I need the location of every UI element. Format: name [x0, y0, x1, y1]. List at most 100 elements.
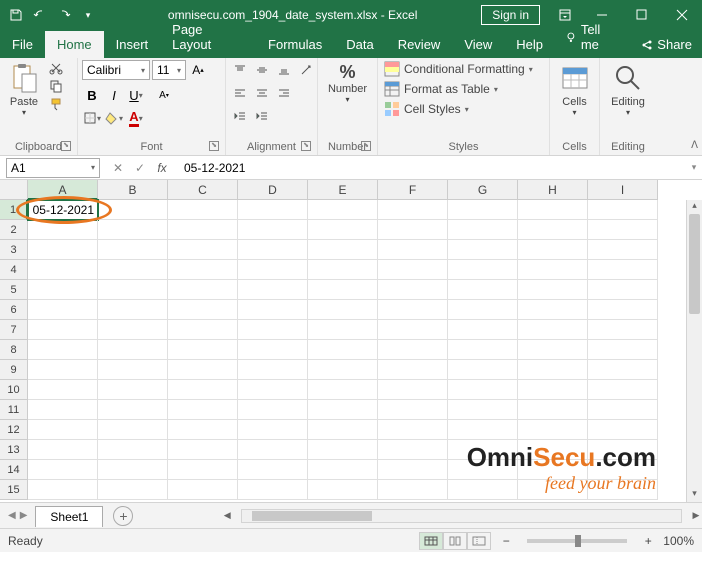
- cell[interactable]: [98, 240, 168, 260]
- col-header-d[interactable]: D: [238, 180, 308, 200]
- cell[interactable]: [588, 280, 658, 300]
- align-top-icon[interactable]: [230, 60, 250, 80]
- select-all-corner[interactable]: [0, 180, 28, 200]
- cell[interactable]: [238, 260, 308, 280]
- underline-button[interactable]: U ▾: [126, 85, 146, 105]
- redo-icon[interactable]: [56, 7, 72, 23]
- cell[interactable]: [28, 340, 98, 360]
- cell[interactable]: [308, 220, 378, 240]
- cell[interactable]: [588, 400, 658, 420]
- cell[interactable]: [98, 260, 168, 280]
- col-header-g[interactable]: G: [448, 180, 518, 200]
- cell[interactable]: [518, 400, 588, 420]
- cell[interactable]: [378, 240, 448, 260]
- cell[interactable]: [168, 220, 238, 240]
- cell[interactable]: [378, 340, 448, 360]
- row-header-4[interactable]: 4: [0, 260, 28, 280]
- undo-icon[interactable]: [32, 7, 48, 23]
- paste-button[interactable]: Paste ▾: [4, 60, 44, 119]
- cell[interactable]: [28, 440, 98, 460]
- cell[interactable]: [518, 480, 588, 500]
- cell[interactable]: [238, 480, 308, 500]
- cells-button[interactable]: Cells ▾: [555, 60, 595, 119]
- tab-file[interactable]: File: [0, 31, 45, 58]
- scroll-up-icon[interactable]: ▴: [687, 200, 702, 214]
- row-header-1[interactable]: 1: [0, 200, 28, 220]
- tell-me-button[interactable]: Tell me: [555, 16, 631, 58]
- cell[interactable]: [28, 320, 98, 340]
- expand-formula-bar-icon[interactable]: ▾: [686, 162, 702, 173]
- scroll-left-icon[interactable]: ◀: [221, 510, 233, 521]
- align-middle-icon[interactable]: [252, 60, 272, 80]
- cell[interactable]: [378, 400, 448, 420]
- row-header-5[interactable]: 5: [0, 280, 28, 300]
- font-dialog-launcher[interactable]: ⬊: [209, 141, 219, 151]
- cell[interactable]: [238, 340, 308, 360]
- page-layout-view-button[interactable]: [443, 532, 467, 550]
- cell[interactable]: [308, 260, 378, 280]
- row-header-15[interactable]: 15: [0, 480, 28, 500]
- col-header-c[interactable]: C: [168, 180, 238, 200]
- zoom-level[interactable]: 100%: [663, 534, 694, 548]
- increase-font-icon[interactable]: A▴: [188, 60, 208, 80]
- sheet-nav-prev-icon[interactable]: ◀: [8, 510, 16, 521]
- cell[interactable]: [588, 200, 658, 220]
- decrease-indent-icon[interactable]: [230, 106, 250, 126]
- cell[interactable]: [308, 420, 378, 440]
- new-sheet-button[interactable]: +: [113, 506, 133, 526]
- cell[interactable]: [28, 460, 98, 480]
- cell[interactable]: [378, 440, 448, 460]
- cell[interactable]: [518, 280, 588, 300]
- cell[interactable]: [168, 340, 238, 360]
- col-header-e[interactable]: E: [308, 180, 378, 200]
- tab-view[interactable]: View: [452, 31, 504, 58]
- cell[interactable]: [378, 220, 448, 240]
- tab-review[interactable]: Review: [386, 31, 453, 58]
- row-header-2[interactable]: 2: [0, 220, 28, 240]
- cell[interactable]: [168, 420, 238, 440]
- cell[interactable]: [308, 320, 378, 340]
- collapse-ribbon-icon[interactable]: ᐱ: [691, 140, 698, 151]
- vertical-scrollbar[interactable]: ▴ ▾: [686, 200, 702, 502]
- cell[interactable]: [448, 420, 518, 440]
- cell[interactable]: [238, 320, 308, 340]
- cell[interactable]: [238, 360, 308, 380]
- col-header-i[interactable]: I: [588, 180, 658, 200]
- cell[interactable]: [238, 440, 308, 460]
- zoom-slider[interactable]: [527, 539, 627, 543]
- cell[interactable]: [28, 280, 98, 300]
- close-button[interactable]: [662, 0, 702, 30]
- cell[interactable]: [238, 200, 308, 220]
- cell[interactable]: [308, 240, 378, 260]
- cell[interactable]: [28, 260, 98, 280]
- cell[interactable]: [448, 440, 518, 460]
- cell[interactable]: [588, 340, 658, 360]
- col-header-h[interactable]: H: [518, 180, 588, 200]
- fx-icon[interactable]: fx: [154, 161, 170, 175]
- cell[interactable]: [308, 380, 378, 400]
- cell[interactable]: [378, 280, 448, 300]
- cell[interactable]: [98, 280, 168, 300]
- cell[interactable]: [378, 460, 448, 480]
- cell[interactable]: [168, 260, 238, 280]
- cell[interactable]: [98, 440, 168, 460]
- font-size-dropdown[interactable]: 11▾: [152, 60, 186, 80]
- row-header-8[interactable]: 8: [0, 340, 28, 360]
- cell[interactable]: [448, 340, 518, 360]
- cell[interactable]: [448, 320, 518, 340]
- cut-icon[interactable]: [48, 60, 64, 76]
- orientation-icon[interactable]: [296, 60, 316, 80]
- scroll-right-icon[interactable]: ▶: [690, 510, 702, 521]
- zoom-thumb[interactable]: [575, 535, 581, 547]
- tab-insert[interactable]: Insert: [104, 31, 161, 58]
- cell[interactable]: [448, 280, 518, 300]
- cell[interactable]: [98, 400, 168, 420]
- fill-color-button[interactable]: ▾: [104, 108, 124, 128]
- cell[interactable]: [448, 480, 518, 500]
- bold-button[interactable]: B: [82, 85, 102, 105]
- cell[interactable]: [518, 380, 588, 400]
- cell[interactable]: [28, 480, 98, 500]
- tab-data[interactable]: Data: [334, 31, 385, 58]
- cell[interactable]: [28, 400, 98, 420]
- save-icon[interactable]: [8, 7, 24, 23]
